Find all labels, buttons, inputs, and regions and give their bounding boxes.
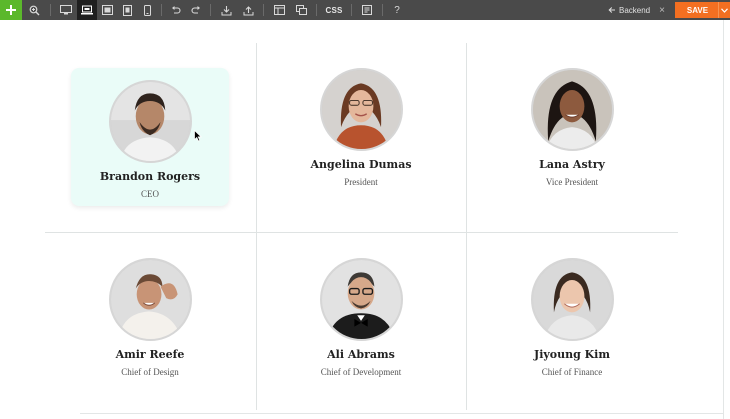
avatar	[530, 68, 614, 151]
toolbar-divider	[210, 4, 211, 16]
chevron-down-icon[interactable]	[718, 2, 730, 18]
save-button[interactable]: SAVE	[675, 2, 730, 18]
member-name: Amir Reefe	[115, 348, 185, 361]
grid-divider-horizontal	[45, 232, 678, 233]
save-label: SAVE	[686, 5, 709, 15]
css-editor-button[interactable]: CSS	[321, 0, 347, 20]
toolbar-divider	[161, 4, 162, 16]
backend-link[interactable]: Backend	[608, 0, 650, 20]
duplicate-icon[interactable]	[290, 0, 312, 20]
laptop-view-icon[interactable]	[77, 0, 97, 20]
team-member-card[interactable]: Angelina Dumas President	[261, 68, 461, 187]
help-button[interactable]: ?	[387, 0, 407, 20]
team-member-card[interactable]: Ali Abrams Chief of Development	[261, 258, 461, 377]
css-label: CSS	[325, 5, 343, 15]
grid-divider-vertical	[466, 43, 467, 410]
team-member-card[interactable]: Amir Reefe Chief of Design	[50, 258, 250, 377]
grid-divider-vertical	[256, 43, 257, 410]
upload-icon[interactable]	[237, 0, 259, 20]
editor-toolbar: CSS ? Backend × SAVE	[0, 0, 730, 20]
toolbar-divider	[50, 4, 51, 16]
member-name: Angelina Dumas	[310, 158, 412, 171]
member-name: Ali Abrams	[327, 348, 395, 361]
member-name: Lana Astry	[539, 158, 605, 171]
mouse-cursor-icon	[194, 130, 202, 142]
tablet-landscape-icon[interactable]	[97, 0, 117, 20]
member-role: Chief of Design	[121, 367, 179, 377]
next-section-edge	[80, 413, 723, 414]
member-role: Chief of Finance	[541, 367, 603, 377]
team-member-card[interactable]: Brandon Rogers CEO	[50, 80, 250, 199]
avatar	[319, 258, 403, 341]
canvas-right-border	[723, 20, 724, 419]
add-element-button[interactable]	[0, 0, 22, 20]
member-name: Jiyoung Kim	[533, 348, 610, 361]
avatar	[319, 68, 403, 151]
member-name: Brandon Rogers	[99, 170, 201, 183]
redo-icon[interactable]	[186, 0, 206, 20]
help-icon: ?	[394, 4, 400, 16]
desktop-view-icon[interactable]	[55, 0, 77, 20]
arrow-left-icon	[608, 7, 615, 13]
avatar	[108, 258, 192, 341]
member-role: President	[344, 177, 378, 187]
team-member-card[interactable]: Jiyoung Kim Chief of Finance	[472, 258, 672, 377]
member-role: Vice President	[545, 177, 599, 187]
toolbar-divider	[316, 4, 317, 16]
mobile-view-icon[interactable]	[137, 0, 157, 20]
backend-label: Backend	[619, 5, 651, 15]
member-role: CEO	[141, 189, 159, 199]
download-icon[interactable]	[215, 0, 237, 20]
close-icon[interactable]: ×	[656, 0, 668, 20]
zoom-icon[interactable]	[22, 0, 46, 20]
avatar	[108, 80, 192, 163]
tablet-portrait-icon[interactable]	[117, 0, 137, 20]
toolbar-divider	[351, 4, 352, 16]
team-member-card[interactable]: Lana Astry Vice President	[472, 68, 672, 187]
toolbar-divider	[382, 4, 383, 16]
layout-icon[interactable]	[268, 0, 290, 20]
toolbar-divider	[263, 4, 264, 16]
member-role: Chief of Development	[320, 367, 402, 377]
page-settings-icon[interactable]	[356, 0, 378, 20]
undo-icon[interactable]	[166, 0, 186, 20]
avatar	[530, 258, 614, 341]
